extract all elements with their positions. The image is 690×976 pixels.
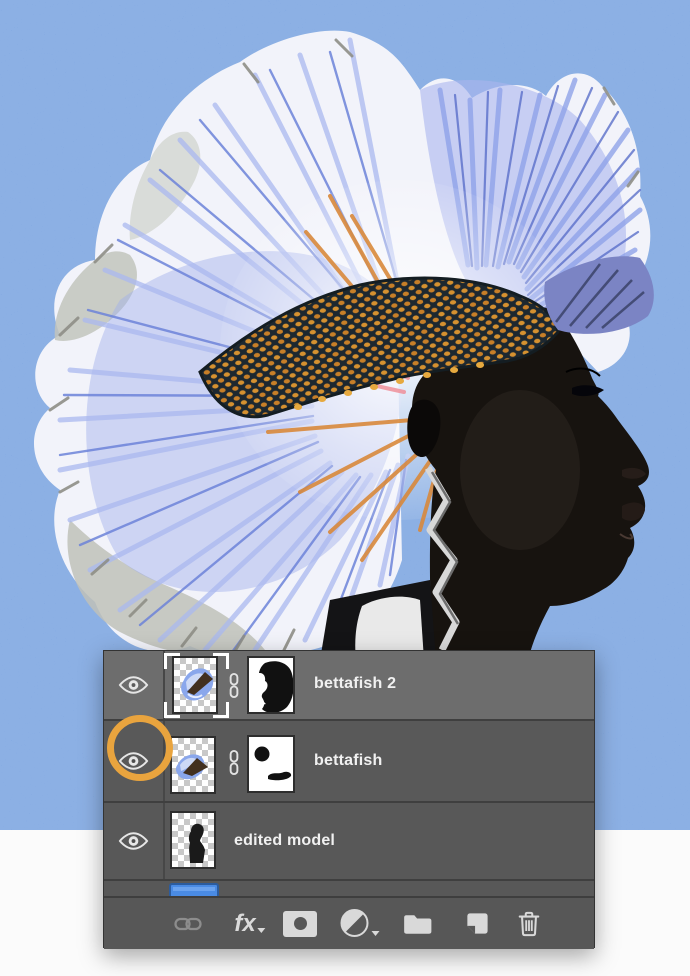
bettafish-thumb-art [181,668,214,701]
folder-icon [404,914,432,934]
add-mask-icon [283,910,317,937]
bettafish-thumb-art [175,754,208,780]
link-layers-button[interactable] [174,916,202,931]
eye-icon [118,752,149,770]
visibility-toggle[interactable] [104,803,165,879]
layer-row-bettafish-2[interactable]: bettafish 2 [104,651,594,719]
mask-art-head [249,658,293,712]
adjustment-layer-button[interactable] [340,908,380,939]
layer-style-button[interactable]: fx [234,909,266,937]
eye-icon [118,676,149,694]
layers-panel: bettafish 2 bettafish edited model fx [103,650,595,949]
new-group-button[interactable] [402,912,434,936]
delete-layer-button[interactable] [516,909,542,938]
link-icon [174,917,202,930]
adjustment-icon [340,908,369,937]
selection-bracket [164,653,180,669]
layer-name: edited model [234,832,336,849]
chevron-down-icon [257,928,266,933]
visibility-toggle[interactable] [104,721,165,801]
screenshot-stage: bettafish 2 bettafish edited model fx [0,0,690,976]
layer-mask-thumbnail[interactable] [247,735,295,793]
selection-bracket [164,702,180,718]
new-layer-icon [467,912,488,934]
layer-name: bettafish [314,752,383,769]
layer-row-bettafish[interactable]: bettafish [104,719,594,801]
mask-link-icon[interactable] [228,749,240,776]
mask-link-icon[interactable] [228,672,240,699]
selection-bracket [213,702,229,718]
mask-art-dot-wave [249,737,293,791]
model-thumb-art [188,823,205,863]
fx-icon: fx [234,909,256,937]
new-layer-button[interactable] [464,910,491,937]
visibility-toggle[interactable] [104,651,165,719]
layer-mask-thumbnail[interactable] [247,656,295,714]
eye-icon [118,832,149,850]
layer-thumbnail[interactable] [170,736,216,794]
chevron-down-icon [371,931,380,936]
add-layer-mask-button[interactable] [283,910,317,937]
panel-toolbar: fx [104,896,594,949]
layer-thumbnail[interactable] [170,811,216,869]
layer-row-partial[interactable] [104,879,594,898]
layer-name: bettafish 2 [314,675,397,692]
layer-row-edited-model[interactable]: edited model [104,801,594,879]
trash-icon [518,911,540,936]
selection-bracket [213,653,229,669]
